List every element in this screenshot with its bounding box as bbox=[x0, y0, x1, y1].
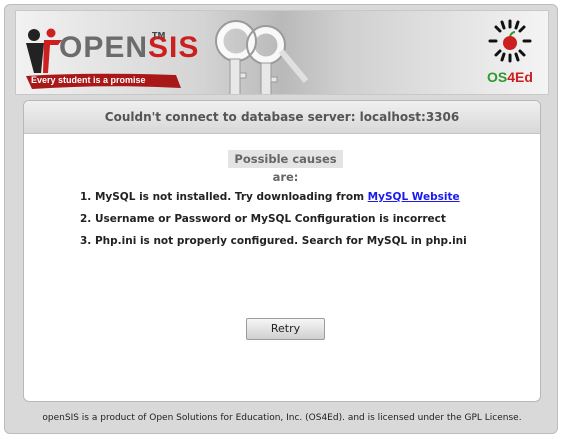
cause-item-php-ini: 3. Php.ini is not properly configured. S… bbox=[80, 233, 520, 255]
error-panel: Couldn't connect to database server: loc… bbox=[23, 100, 541, 402]
keys-icon bbox=[215, 20, 309, 94]
cause-item-credentials: 2. Username or Password or MySQL Configu… bbox=[80, 211, 520, 233]
mysql-website-link[interactable]: MySQL Website bbox=[368, 191, 460, 203]
error-title: Couldn't connect to database server: loc… bbox=[24, 101, 540, 134]
apple-sunburst-icon bbox=[488, 19, 532, 63]
causes-list: 1. MySQL is not installed. Try downloadi… bbox=[80, 189, 520, 255]
header-banner: OPENSIS TM Every student is a promise OS… bbox=[15, 10, 549, 95]
os4ed-wordmark: OS4Ed bbox=[478, 69, 542, 85]
logo-wordmark-open: OPEN bbox=[59, 31, 149, 64]
cause-text: 3. Php.ini is not properly configured. S… bbox=[80, 235, 467, 247]
causes-heading: Possible causes are: bbox=[228, 150, 343, 184]
cause-text: 2. Username or Password or MySQL Configu… bbox=[80, 213, 446, 225]
install-window: OPENSIS TM Every student is a promise OS… bbox=[4, 4, 558, 434]
footer-license: openSIS is a product of Open Solutions f… bbox=[42, 413, 522, 423]
logo-tagline: Every student is a promise bbox=[31, 75, 146, 85]
retry-button[interactable]: Retry bbox=[246, 318, 325, 340]
os4ed-wordmark-4ed: 4Ed bbox=[507, 69, 533, 85]
cause-item-mysql-not-installed: 1. MySQL is not installed. Try downloadi… bbox=[80, 189, 520, 211]
cause-text: 1. MySQL is not installed. Try downloadi… bbox=[80, 191, 368, 203]
logo-wordmark: OPENSIS bbox=[59, 33, 199, 63]
os4ed-logo: OS4Ed bbox=[478, 19, 542, 91]
logo-trademark: TM bbox=[152, 31, 166, 40]
opensis-logo: OPENSIS TM Every student is a promise bbox=[21, 21, 198, 91]
os4ed-wordmark-os: OS bbox=[487, 69, 508, 85]
opensis-figure-icon bbox=[26, 28, 62, 73]
